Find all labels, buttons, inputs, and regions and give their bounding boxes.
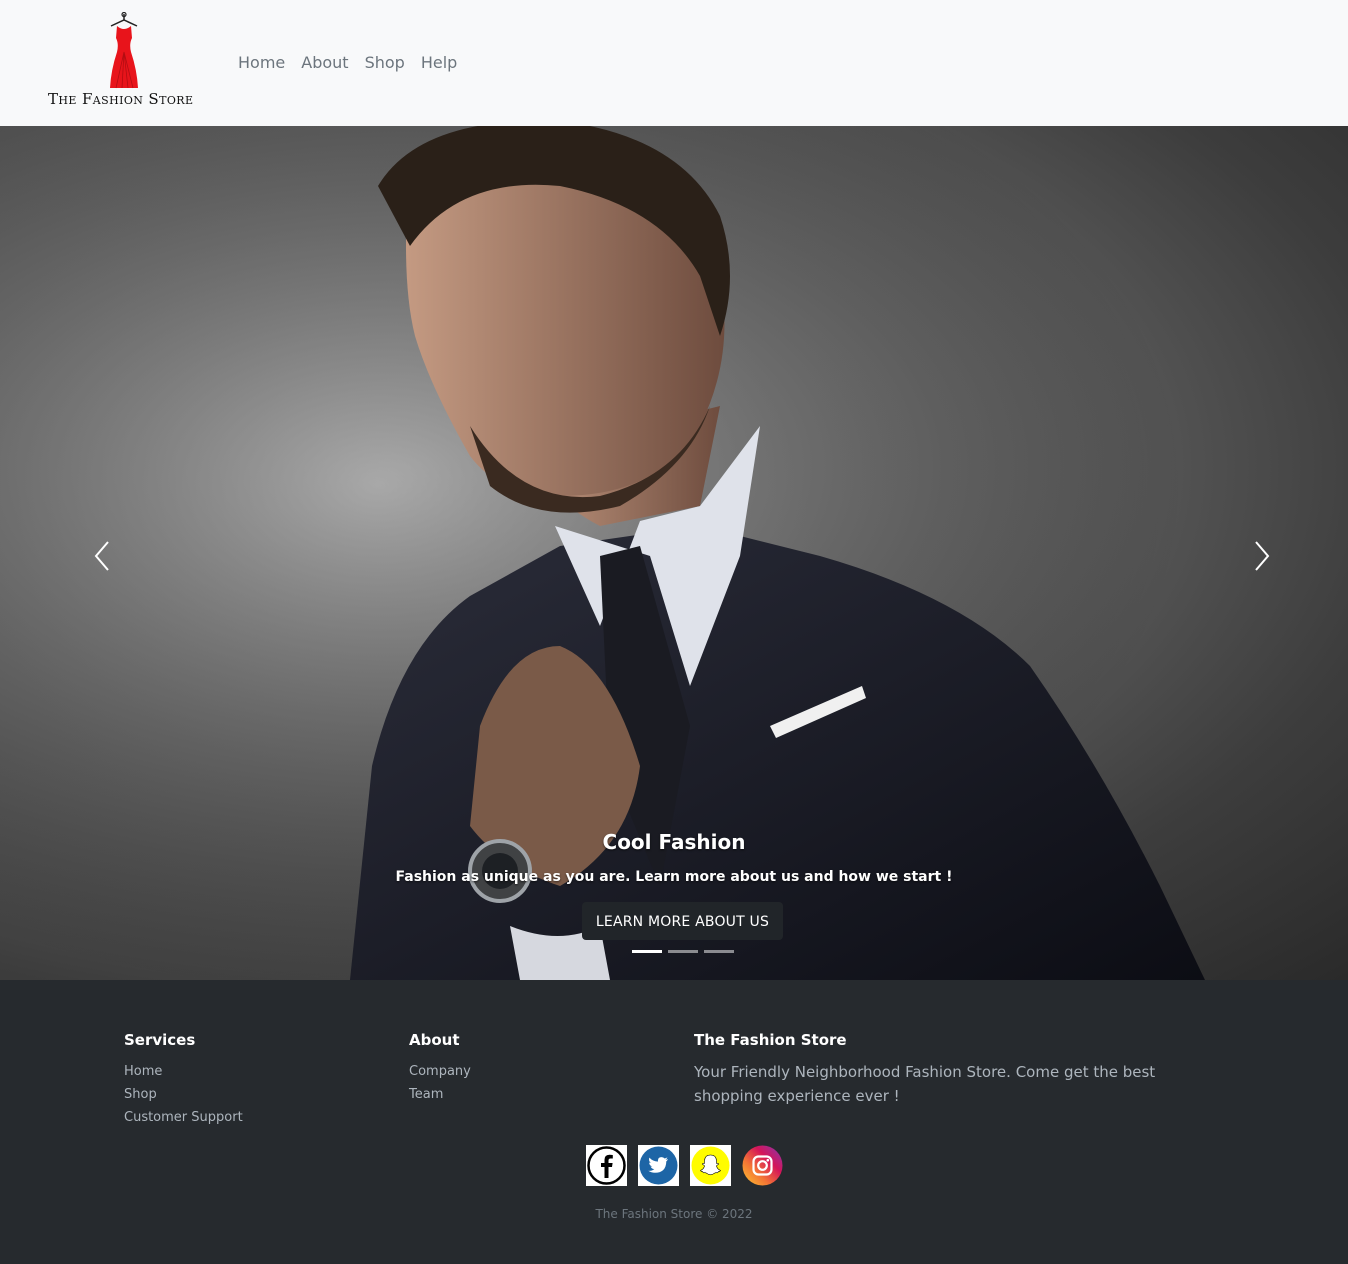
carousel-indicator-2[interactable] <box>668 950 698 953</box>
footer-store-text: Your Friendly Neighborhood Fashion Store… <box>694 1063 1156 1105</box>
footer: Services Home Shop Customer Support Abou… <box>0 980 1348 1264</box>
chevron-left-icon <box>94 541 109 571</box>
carousel-indicators <box>632 950 734 953</box>
caption-title: Cool Fashion <box>602 830 746 854</box>
footer-store-title: The Fashion Store <box>694 1031 847 1049</box>
dress-logo-icon <box>110 12 138 89</box>
chevron-right-icon <box>1255 541 1270 571</box>
footer-link-shop[interactable]: Shop <box>124 1083 243 1106</box>
hero-carousel: Cool Fashion Fashion as unique as you ar… <box>0 126 1348 980</box>
carousel-indicator-3[interactable] <box>704 950 734 953</box>
social-links <box>586 1145 783 1186</box>
carousel-caption: Cool Fashion Fashion as unique as you ar… <box>0 826 1348 888</box>
main-nav: Home About Shop Help <box>238 52 473 74</box>
footer-link-customer-support[interactable]: Customer Support <box>124 1106 243 1129</box>
nav-help[interactable]: Help <box>421 52 457 74</box>
navbar: The Fashion Store Home About Shop Help <box>0 0 1348 126</box>
carousel-indicator-1[interactable] <box>632 950 662 953</box>
snapchat-icon[interactable] <box>690 1145 731 1186</box>
carousel-next-button[interactable] <box>1242 536 1282 576</box>
learn-more-button[interactable]: LEARN MORE ABOUT US <box>582 902 783 940</box>
footer-store: The Fashion Store Your Friendly Neighbor… <box>694 1030 1214 1108</box>
footer-services-title: Services <box>124 1031 196 1049</box>
facebook-icon[interactable] <box>586 1145 627 1186</box>
brand-name: The Fashion Store <box>48 90 194 108</box>
nav-shop[interactable]: Shop <box>365 52 405 74</box>
instagram-icon[interactable] <box>742 1145 783 1186</box>
footer-about-title: About <box>409 1031 460 1049</box>
footer-link-home[interactable]: Home <box>124 1060 243 1083</box>
carousel-prev-button[interactable] <box>82 536 122 576</box>
footer-link-company[interactable]: Company <box>409 1060 471 1083</box>
caption-text: Fashion as unique as you are. Learn more… <box>395 869 953 885</box>
footer-about: About Company Team <box>409 1030 471 1106</box>
twitter-icon[interactable] <box>638 1145 679 1186</box>
copyright-text: The Fashion Store © 2022 <box>595 1207 753 1221</box>
footer-services: Services Home Shop Customer Support <box>124 1030 243 1129</box>
brand-logo[interactable]: The Fashion Store <box>44 10 204 115</box>
nav-home[interactable]: Home <box>238 52 285 74</box>
footer-link-team[interactable]: Team <box>409 1083 471 1106</box>
nav-about[interactable]: About <box>301 52 348 74</box>
